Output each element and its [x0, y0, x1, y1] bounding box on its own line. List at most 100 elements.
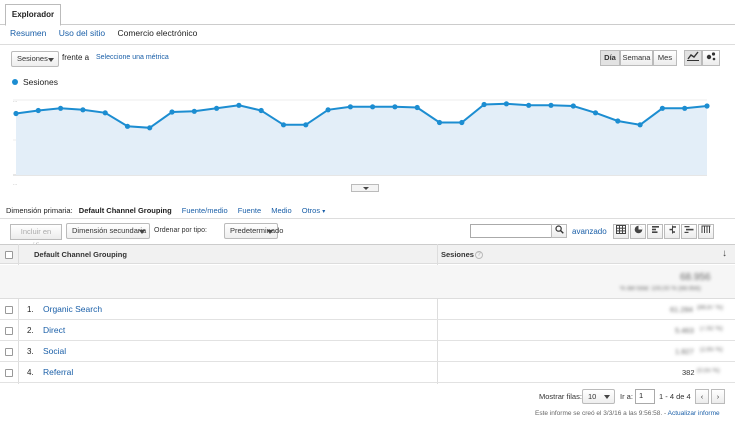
data-point-29[interactable]	[659, 105, 666, 111]
row-channel-link[interactable]: Social	[43, 346, 66, 356]
data-point-1[interactable]	[35, 107, 41, 114]
line-chart-view-button[interactable]	[684, 50, 702, 66]
data-point-11[interactable]	[258, 107, 264, 114]
data-point-14[interactable]	[325, 107, 331, 113]
data-point-15[interactable]	[347, 104, 353, 110]
data-point-24[interactable]	[548, 102, 554, 108]
period-month-button[interactable]: Mes	[653, 50, 677, 66]
chevron-right-icon: ›	[716, 392, 720, 401]
data-point-22[interactable]	[503, 101, 509, 107]
data-point-27[interactable]	[615, 118, 621, 124]
data-point-5[interactable]	[124, 123, 131, 129]
metric-select-value: Sesiones	[17, 54, 48, 63]
data-point-26[interactable]	[592, 110, 599, 116]
row-checkbox[interactable]	[5, 306, 13, 314]
data-table-view-button[interactable]	[613, 224, 629, 239]
show-rows-select[interactable]: 10	[582, 389, 615, 404]
table-row: 2. Direct 5.463 (7,92 %)	[0, 320, 735, 341]
row-checkbox[interactable]	[5, 327, 13, 335]
period-week-button[interactable]: Semana	[620, 50, 653, 66]
dimension-option-source[interactable]: Fuente	[238, 206, 261, 215]
data-point-16[interactable]	[370, 104, 376, 110]
pie-view-button[interactable]	[630, 224, 646, 239]
primary-dimension-label: Dimensión primaria:	[6, 206, 73, 215]
column-header-sessions[interactable]: Sesiones	[441, 245, 474, 265]
row-checkbox[interactable]	[5, 348, 13, 356]
data-point-2[interactable]	[58, 105, 64, 111]
range-text: 1 - 4 de 4	[659, 392, 691, 401]
subnav-overview[interactable]: Resumen	[10, 28, 46, 38]
sort-type-select[interactable]: Predeterminado	[224, 223, 283, 239]
data-point-10[interactable]	[236, 102, 242, 108]
row-channel-link[interactable]: Direct	[43, 325, 65, 335]
data-point-12[interactable]	[280, 122, 287, 128]
sort-descending-icon[interactable]: ↓	[722, 248, 727, 259]
row-checkbox[interactable]	[5, 369, 13, 377]
dimension-option-medium[interactable]: Medio	[271, 206, 291, 215]
data-point-13[interactable]	[303, 122, 309, 128]
sub-navigation: Resumen Uso del sitio Comercio electróni…	[10, 27, 207, 39]
dimension-option-source-medium[interactable]: Fuente/medio	[182, 206, 228, 215]
data-point-31[interactable]	[704, 103, 710, 109]
row-channel-link[interactable]: Referral	[43, 367, 73, 377]
chevron-down-icon	[604, 395, 610, 399]
row-sessions-value: 1.827	[675, 347, 694, 356]
data-point-21[interactable]	[481, 101, 487, 108]
include-in-chart-button[interactable]: Incluir en gráfico	[10, 224, 62, 250]
pivot-icon	[701, 225, 711, 233]
row-sessions-percentage: (0,55 %)	[697, 368, 720, 374]
advanced-filter-link[interactable]: avanzado	[572, 227, 607, 236]
data-point-7[interactable]	[169, 109, 175, 115]
goto-page-input[interactable]: 1	[635, 389, 655, 404]
table-search-input[interactable]	[470, 224, 552, 238]
subnav-site-usage[interactable]: Uso del sitio	[59, 28, 105, 38]
secondary-dimension-select[interactable]: Dimensión secundaria	[66, 223, 150, 239]
data-point-9[interactable]	[214, 105, 220, 111]
row-channel-link[interactable]: Organic Search	[43, 304, 102, 314]
next-page-button[interactable]: ›	[711, 389, 725, 404]
tab-explorer[interactable]: Explorador	[5, 4, 61, 26]
secondary-dimension-value: Dimensión secundaria	[72, 226, 147, 235]
chart-collapse-handle[interactable]	[351, 184, 379, 192]
performance-view-button[interactable]	[647, 224, 663, 239]
show-rows-label: Mostrar filas:	[539, 392, 582, 401]
metric-select[interactable]: Sesiones	[11, 51, 59, 67]
row-sessions-value: 382	[682, 368, 695, 377]
data-point-8[interactable]	[191, 108, 197, 114]
data-point-28[interactable]	[637, 122, 643, 128]
data-point-20[interactable]	[459, 119, 465, 126]
search-icon	[554, 225, 564, 234]
series-area-fill	[16, 103, 707, 175]
sort-type-value: Predeterminado	[230, 226, 284, 235]
row-number: 4.	[27, 368, 34, 377]
select-metric-link[interactable]: Seleccione una métrica	[96, 54, 169, 61]
previous-page-button[interactable]: ‹	[695, 389, 709, 404]
select-all-checkbox[interactable]	[5, 251, 13, 259]
pivot-view-button[interactable]	[698, 224, 714, 239]
subnav-ecommerce[interactable]: Comercio electrónico	[117, 28, 197, 38]
term-cloud-view-button[interactable]	[681, 224, 697, 239]
refresh-report-link[interactable]: Actualizar informe	[668, 410, 720, 417]
help-icon[interactable]: ?	[475, 251, 483, 259]
period-day-button[interactable]: Día	[600, 50, 620, 66]
comparison-view-button[interactable]	[664, 224, 680, 239]
data-point-4[interactable]	[102, 110, 108, 116]
data-point-6[interactable]	[147, 125, 153, 131]
data-point-3[interactable]	[80, 107, 86, 113]
term-cloud-icon	[684, 226, 694, 233]
column-header-channel[interactable]: Default Channel Grouping	[34, 245, 127, 265]
table-search-button[interactable]	[551, 224, 567, 238]
table-total-row: 68.956 % del total: 100,00 % (68.956)	[0, 265, 735, 299]
row-sessions-value: 5.463	[675, 326, 694, 335]
report-created-label: Este informe se creó el 3/3/16 a las 9:5…	[535, 410, 667, 417]
data-point-30[interactable]	[682, 105, 688, 111]
data-point-18[interactable]	[414, 104, 420, 111]
dimension-option-other[interactable]: Otros	[302, 206, 320, 215]
data-point-25[interactable]	[570, 103, 576, 109]
data-point-23[interactable]	[526, 102, 532, 108]
motion-chart-view-button[interactable]	[702, 50, 720, 66]
data-point-0[interactable]	[13, 110, 19, 117]
series-legend-dot	[12, 79, 18, 85]
data-point-19[interactable]	[436, 119, 443, 126]
data-point-17[interactable]	[392, 104, 398, 110]
